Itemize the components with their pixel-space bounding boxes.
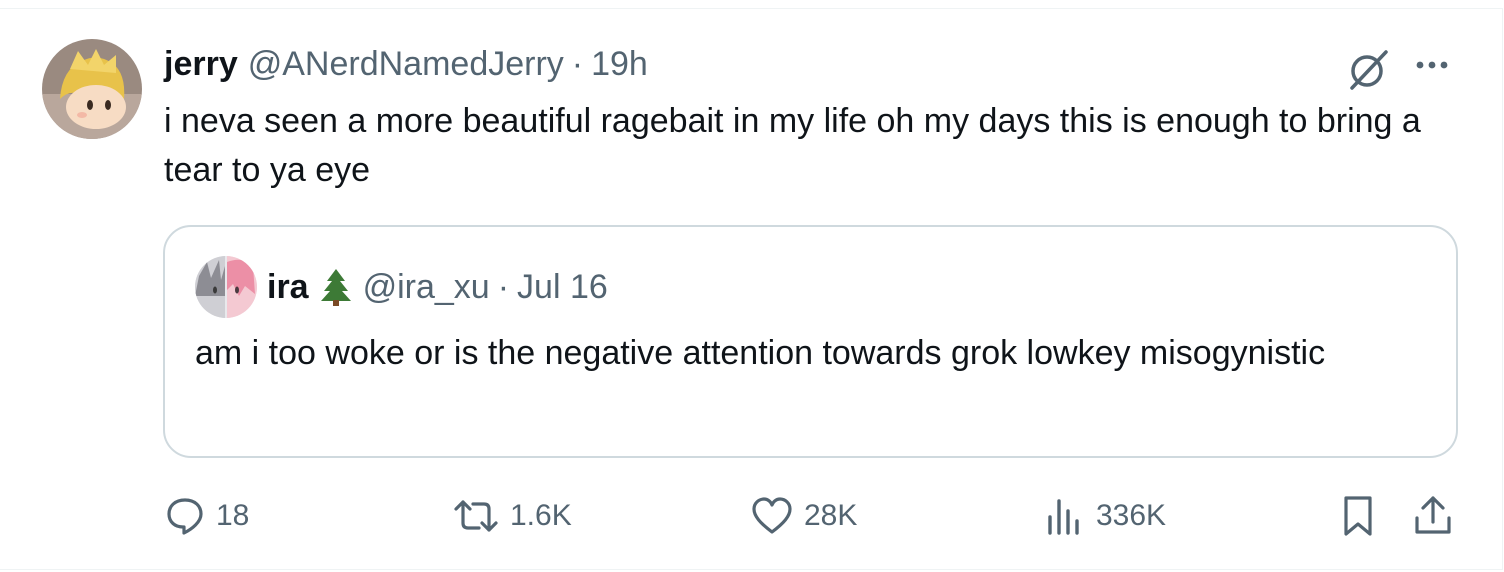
share-button[interactable] (1412, 492, 1464, 540)
author-avatar[interactable] (42, 39, 142, 139)
more-options-icon[interactable] (1412, 50, 1452, 80)
bookmark-button[interactable] (1338, 492, 1388, 540)
tree-emoji-icon (319, 267, 353, 307)
views-button[interactable]: 336K (1044, 492, 1166, 540)
reply-icon (167, 498, 203, 535)
analytics-icon (1048, 499, 1079, 535)
author-handle[interactable]: @ANerdNamedJerry (248, 45, 564, 84)
quoted-separator-dot: · (497, 267, 510, 306)
quoted-avatar-icon (195, 256, 257, 318)
reply-count: 18 (216, 499, 250, 532)
author-name[interactable]: jerry (164, 45, 238, 84)
quoted-author-name[interactable]: ira (267, 268, 309, 307)
separator-dot: · (571, 44, 584, 83)
reply-button[interactable]: 18 (164, 492, 249, 540)
quoted-tweet-text: am i too woke or is the negative attenti… (195, 334, 1326, 372)
grok-icon[interactable] (1346, 46, 1392, 92)
avatar-icon (42, 39, 142, 139)
bookmark-icon (1344, 496, 1372, 536)
quoted-tweet[interactable]: ira @ira_xu · Jul 16 am i too woke or is… (163, 225, 1458, 458)
quoted-author-avatar[interactable] (195, 256, 257, 318)
heart-icon (752, 497, 792, 534)
view-count: 336K (1096, 499, 1167, 532)
tweet-text: i neva seen a more beautiful ragebait in… (164, 102, 1421, 189)
like-count: 28K (804, 499, 858, 532)
quoted-tweet-header: ira @ira_xu · Jul 16 (267, 265, 608, 309)
tweet-header: jerry @ANerdNamedJerry · 19h (164, 42, 648, 86)
retweet-icon (454, 500, 498, 532)
tweet-timestamp[interactable]: 19h (591, 45, 648, 84)
retweet-button[interactable]: 1.6K (452, 492, 572, 540)
quoted-author-handle[interactable]: @ira_xu (363, 268, 490, 307)
quoted-tweet-date[interactable]: Jul 16 (517, 268, 608, 307)
like-button[interactable]: 28K (750, 492, 857, 540)
retweet-count: 1.6K (510, 499, 572, 532)
share-icon (1415, 496, 1451, 534)
